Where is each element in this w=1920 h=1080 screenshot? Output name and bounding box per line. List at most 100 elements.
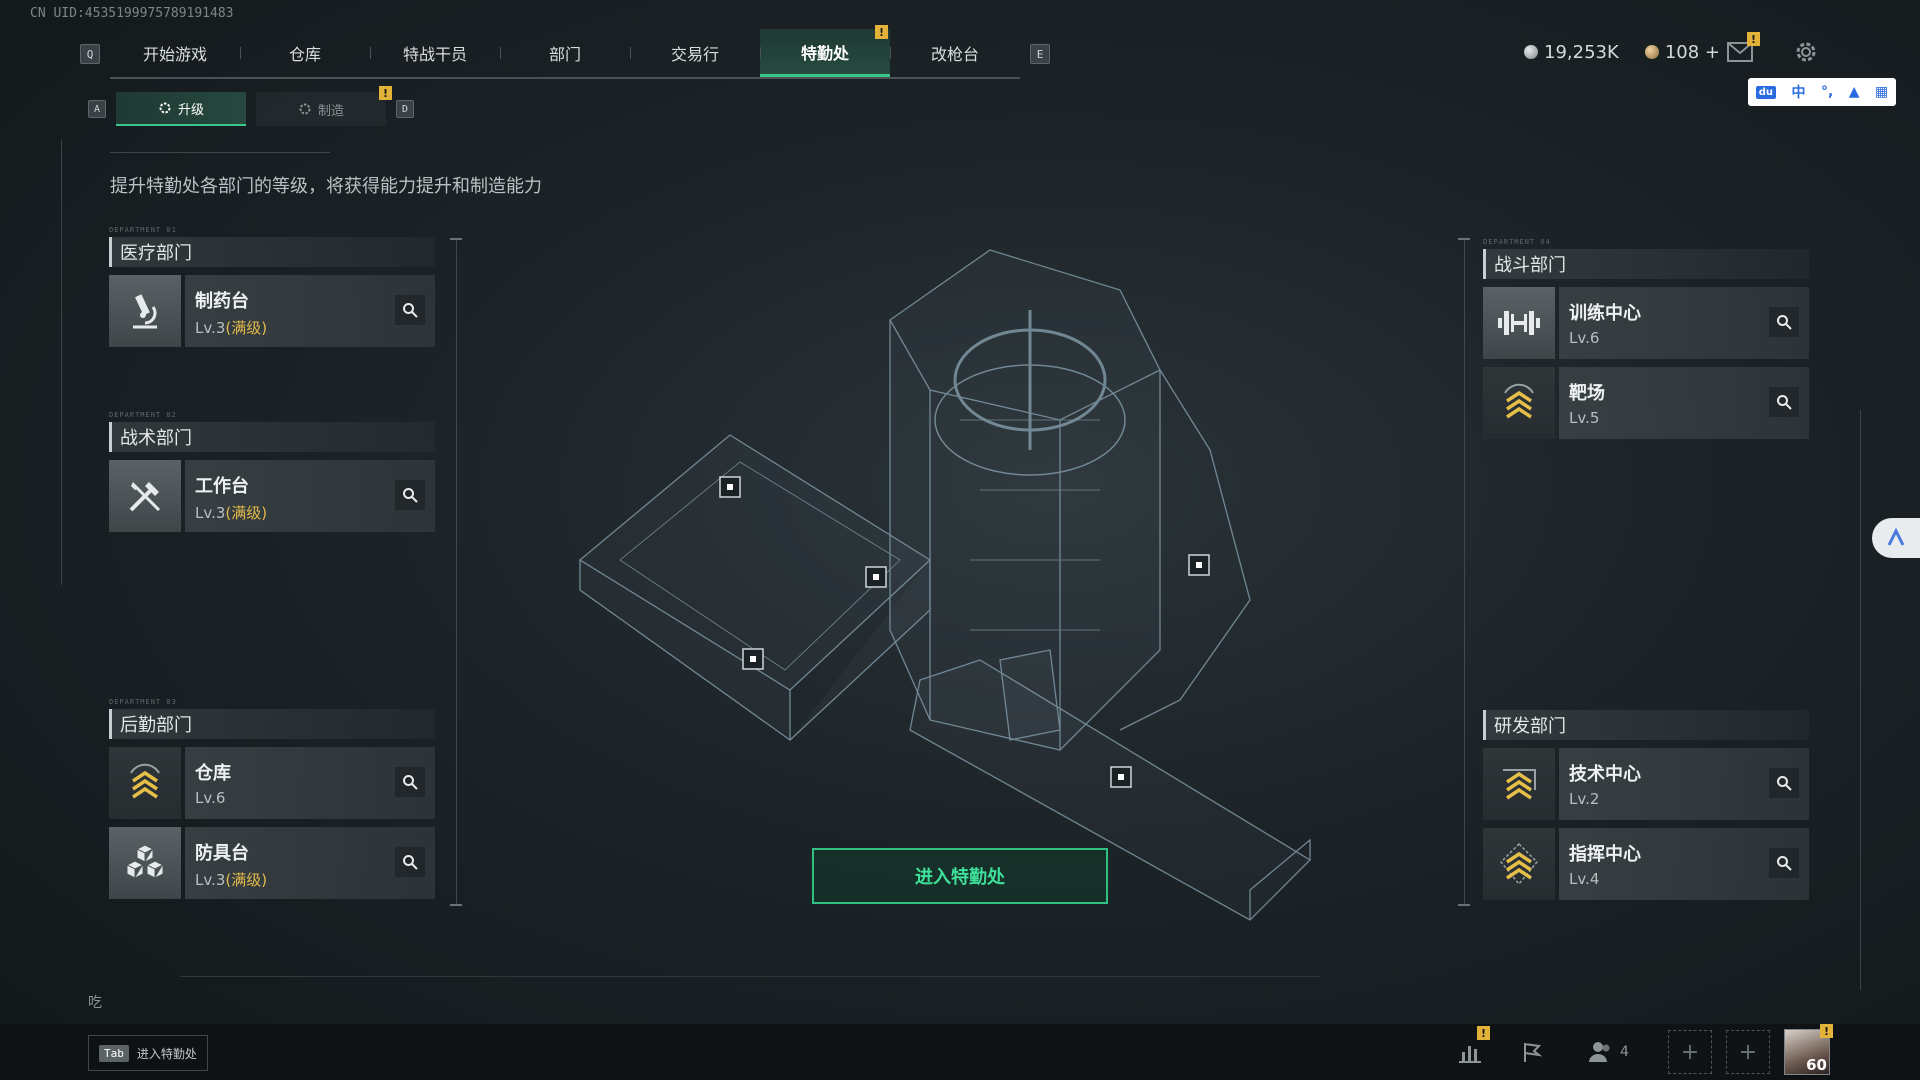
facility-card-workbench[interactable]: 工作台 Lv.3(满级)	[109, 460, 435, 532]
tab-upgrade-label: 升级	[177, 102, 204, 118]
facility-name: 训练中心	[1569, 303, 1641, 324]
add-member-slot[interactable]: +	[1726, 1030, 1770, 1074]
dept-title: 研发部门	[1483, 710, 1809, 740]
stats-alert-icon: !	[1477, 1026, 1490, 1040]
silver-coin-icon	[1524, 45, 1539, 59]
facility-level: Lv.3(满级)	[195, 504, 268, 522]
page-description: 提升特勤处各部门的等级，将获得能力提升和制造能力	[110, 176, 542, 197]
assistant-side-button[interactable]	[1872, 518, 1920, 558]
settings-button[interactable]	[1790, 36, 1822, 68]
facility-card-training-center[interactable]: 训练中心 Lv.6	[1483, 287, 1809, 359]
bottom-bar	[0, 1024, 1920, 1080]
facility-level: Lv.3(满级)	[195, 319, 268, 337]
tab-warehouse[interactable]: 仓库	[240, 29, 370, 77]
dept-title: 战术部门	[109, 422, 435, 452]
facility-name: 技术中心	[1569, 764, 1641, 785]
facility-level: Lv.4	[1569, 870, 1600, 888]
facility-name: 仓库	[195, 763, 231, 784]
tab-upgrade[interactable]: 升级	[116, 92, 246, 126]
subnav-next-key[interactable]: D	[396, 100, 414, 118]
search-icon[interactable]	[1769, 307, 1799, 337]
facility-card-shooting-range[interactable]: 靶场 Lv.5	[1483, 367, 1809, 439]
gold-currency[interactable]: 108 +	[1644, 42, 1720, 63]
mail-alert-icon: !	[1747, 32, 1760, 46]
tab-shortcut-hint[interactable]: Tab 进入特勤处	[88, 1035, 208, 1071]
tab-start-game[interactable]: 开始游戏	[110, 29, 240, 77]
facility-name: 指挥中心	[1569, 844, 1641, 865]
tab-special-ops[interactable]: 特勤处 !	[760, 25, 890, 77]
ime-toolbar[interactable]: du 中 °, ▲ ▦	[1748, 78, 1896, 106]
facility-card-warehouse[interactable]: 仓库 Lv.6	[109, 747, 435, 819]
search-icon[interactable]	[1769, 387, 1799, 417]
facility-name: 防具台	[195, 843, 249, 864]
tab-operators[interactable]: 特战干员	[370, 29, 500, 77]
ime-logo-icon: du	[1755, 85, 1777, 99]
facility-info: 制药台 Lv.3(满级)	[185, 275, 435, 347]
dept-medical: DEPARTMENT 01 医疗部门 制药台 Lv.3(满级)	[109, 226, 435, 347]
subnav-prev-key[interactable]: A	[88, 100, 106, 118]
avatar-level: 60	[1806, 1056, 1827, 1074]
silver-amount: 19,253K	[1544, 42, 1619, 63]
upgrade-gear-icon	[159, 102, 171, 114]
search-icon[interactable]	[395, 847, 425, 877]
avatar[interactable]: 60 !	[1784, 1024, 1833, 1075]
facility-level: Lv.6	[1569, 329, 1600, 347]
craft-gear-icon	[299, 103, 311, 115]
frame-line-right	[1860, 410, 1861, 990]
chat-input-glyph[interactable]: 吃	[88, 992, 102, 1012]
add-member-slot[interactable]: +	[1668, 1030, 1712, 1074]
tab-craft[interactable]: 制造 !	[256, 86, 392, 126]
bracket-tick	[450, 904, 462, 906]
search-icon[interactable]	[395, 295, 425, 325]
silver-currency: 19,253K	[1524, 42, 1619, 63]
team-count: 4	[1620, 1044, 1629, 1060]
alert-badge-icon: !	[875, 25, 888, 39]
tab-shortcut-label: 进入特勤处	[136, 1046, 197, 1061]
nav-next-key[interactable]: E	[1030, 44, 1050, 64]
team-button[interactable]: 4	[1588, 1040, 1629, 1064]
facility-card-command-center[interactable]: 指挥中心 Lv.4	[1483, 828, 1809, 900]
facility-level: Lv.6	[195, 789, 226, 807]
tab-gunsmith[interactable]: 改枪台	[890, 29, 1020, 77]
top-nav: Q 开始游戏 仓库 特战干员 部门 交易行 特勤处 ! 改枪台 E	[80, 25, 1050, 79]
ime-lang[interactable]: 中	[1791, 82, 1805, 102]
dept-title: 后勤部门	[109, 709, 435, 739]
nav-prev-key[interactable]: Q	[80, 44, 100, 64]
facility-card-tech-center[interactable]: 技术中心 Lv.2	[1483, 748, 1809, 820]
tab-trading[interactable]: 交易行	[630, 29, 760, 77]
flag-icon	[1524, 1043, 1543, 1062]
stats-button[interactable]: !	[1450, 1026, 1490, 1072]
facility-level: Lv.2	[1569, 790, 1600, 808]
dumbbell-icon	[1483, 287, 1555, 359]
search-icon[interactable]	[395, 480, 425, 510]
facility-card-pharmacy[interactable]: 制药台 Lv.3(满级)	[109, 275, 435, 347]
bar-chart-icon	[1459, 1046, 1481, 1063]
tools-icon	[109, 460, 181, 532]
facility-info: 工作台 Lv.3(满级)	[185, 460, 435, 532]
tab-department[interactable]: 部门	[500, 29, 630, 77]
facility-info: 防具台 Lv.3(满级)	[185, 827, 435, 899]
search-icon[interactable]	[395, 767, 425, 797]
facility-name: 靶场	[1569, 383, 1605, 404]
frame-bracket-left	[456, 238, 457, 906]
dept-title: 战斗部门	[1483, 249, 1809, 279]
rank-chevron-icon	[1483, 828, 1555, 900]
bracket-tick	[1458, 238, 1470, 240]
ime-grid-icon[interactable]: ▦	[1875, 84, 1888, 100]
rank-chevron-icon	[109, 747, 181, 819]
search-icon[interactable]	[1769, 768, 1799, 798]
gear-icon	[1796, 42, 1816, 62]
mail-button[interactable]: !	[1724, 32, 1760, 68]
ime-punct-icon[interactable]: °,	[1821, 84, 1833, 100]
ime-user-icon[interactable]: ▲	[1849, 84, 1860, 100]
search-icon[interactable]	[1769, 848, 1799, 878]
bracket-tick	[450, 238, 462, 240]
dept-research: 研发部门 技术中心 Lv.2 指挥中心 Lv.4	[1483, 710, 1809, 900]
dept-combat: DEPARTMENT 04 战斗部门 训练中心 Lv.6 靶场 Lv.5	[1483, 238, 1809, 439]
dept-tag: DEPARTMENT 04	[1483, 238, 1551, 246]
facility-card-armor-bench[interactable]: 防具台 Lv.3(满级)	[109, 827, 435, 899]
frame-line-left	[61, 140, 62, 585]
flag-button[interactable]	[1512, 1032, 1552, 1072]
rank-chevron-icon	[1483, 748, 1555, 820]
enter-special-ops-button[interactable]: 进入特勤处	[812, 848, 1108, 904]
